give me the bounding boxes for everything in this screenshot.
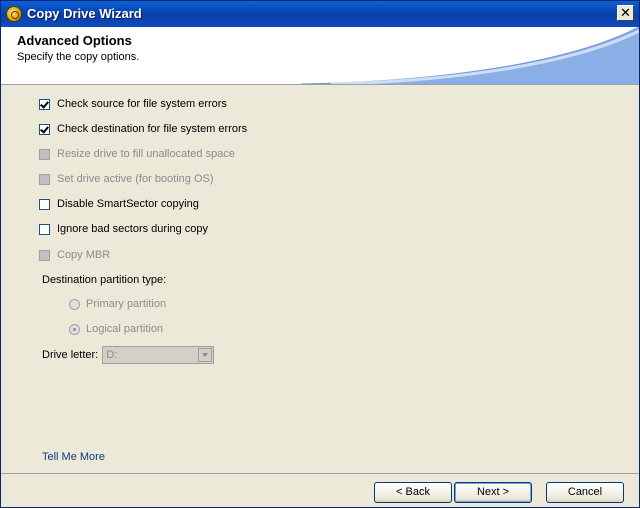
logical-partition-option: Logical partition — [69, 321, 163, 337]
disable-smartsector-option[interactable]: Disable SmartSector copying — [39, 196, 199, 212]
options-panel: Check source for file system errors Chec… — [1, 85, 639, 473]
set-active-checkbox — [39, 173, 50, 185]
check-destination-option[interactable]: Check destination for file system errors — [39, 121, 247, 137]
primary-partition-label: Primary partition — [86, 298, 167, 310]
drive-letter-select: D: — [102, 346, 215, 364]
primary-partition-option: Primary partition — [69, 296, 166, 312]
check-source-option[interactable]: Check source for file system errors — [39, 96, 227, 112]
resize-drive-option: Resize drive to fill unallocated space — [39, 146, 235, 162]
back-button[interactable]: < Back — [374, 482, 452, 503]
partition-type-label: Destination partition type: — [42, 274, 167, 286]
page-title: Advanced Options — [17, 33, 132, 48]
logical-partition-radio — [69, 323, 80, 335]
disable-smartsector-label: Disable SmartSector copying — [57, 198, 199, 210]
drive-letter-label: Drive letter: — [42, 349, 99, 361]
app-icon — [6, 6, 22, 22]
logical-partition-label: Logical partition — [86, 323, 164, 335]
wizard-header: Advanced Options Specify the copy option… — [1, 27, 639, 85]
next-button[interactable]: Next > — [454, 482, 532, 503]
copy-mbr-checkbox — [39, 249, 50, 261]
set-active-label: Set drive active (for booting OS) — [57, 173, 214, 185]
page-subtitle: Specify the copy options. — [17, 51, 140, 63]
wizard-window: Copy Drive Wizard ✕ Advanced Options Spe… — [0, 0, 640, 508]
wizard-footer: < Back Next > Cancel — [1, 473, 639, 507]
disable-smartsector-checkbox[interactable] — [39, 198, 50, 210]
window-title: Copy Drive Wizard — [27, 6, 142, 21]
drive-letter-value: D: — [106, 349, 118, 361]
resize-drive-label: Resize drive to fill unallocated space — [57, 148, 235, 160]
check-source-checkbox[interactable] — [39, 98, 50, 110]
resize-drive-checkbox — [39, 148, 50, 160]
cancel-button[interactable]: Cancel — [546, 482, 624, 503]
close-icon: ✕ — [620, 5, 631, 20]
chevron-down-icon — [198, 348, 213, 362]
ignore-bad-sectors-option[interactable]: Ignore bad sectors during copy — [39, 221, 208, 237]
check-destination-label: Check destination for file system errors — [57, 123, 248, 135]
tell-me-more-link[interactable]: Tell Me More — [42, 451, 105, 463]
title-bar[interactable]: Copy Drive Wizard ✕ — [1, 1, 639, 27]
primary-partition-radio — [69, 298, 80, 310]
ignore-bad-sectors-label: Ignore bad sectors during copy — [57, 223, 209, 235]
close-button[interactable]: ✕ — [617, 5, 634, 21]
ignore-bad-sectors-checkbox[interactable] — [39, 223, 50, 235]
copy-mbr-option: Copy MBR — [39, 247, 110, 263]
check-source-label: Check source for file system errors — [57, 98, 227, 110]
copy-mbr-label: Copy MBR — [57, 249, 111, 261]
drive-letter-row: Drive letter: D: — [42, 346, 215, 364]
set-active-option: Set drive active (for booting OS) — [39, 171, 214, 187]
check-destination-checkbox[interactable] — [39, 123, 50, 135]
